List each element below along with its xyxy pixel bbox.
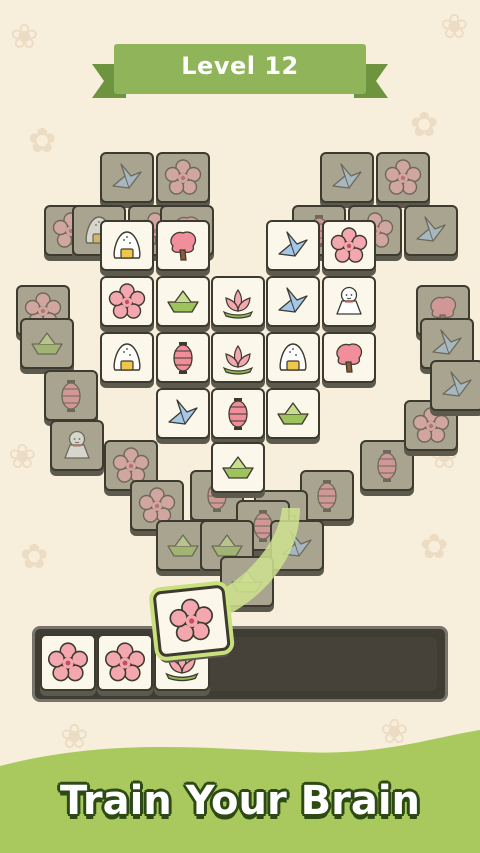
sakura-flower-icon: [104, 641, 146, 681]
tray-tile[interactable]: [40, 634, 96, 696]
sakura-flower-icon: [47, 641, 89, 681]
sakura-flower-icon: [167, 596, 216, 644]
move-trail: [208, 508, 300, 618]
tray-tile[interactable]: [97, 634, 153, 696]
moving-tile[interactable]: [152, 584, 232, 664]
tagline: Train Your Brain: [59, 778, 421, 824]
